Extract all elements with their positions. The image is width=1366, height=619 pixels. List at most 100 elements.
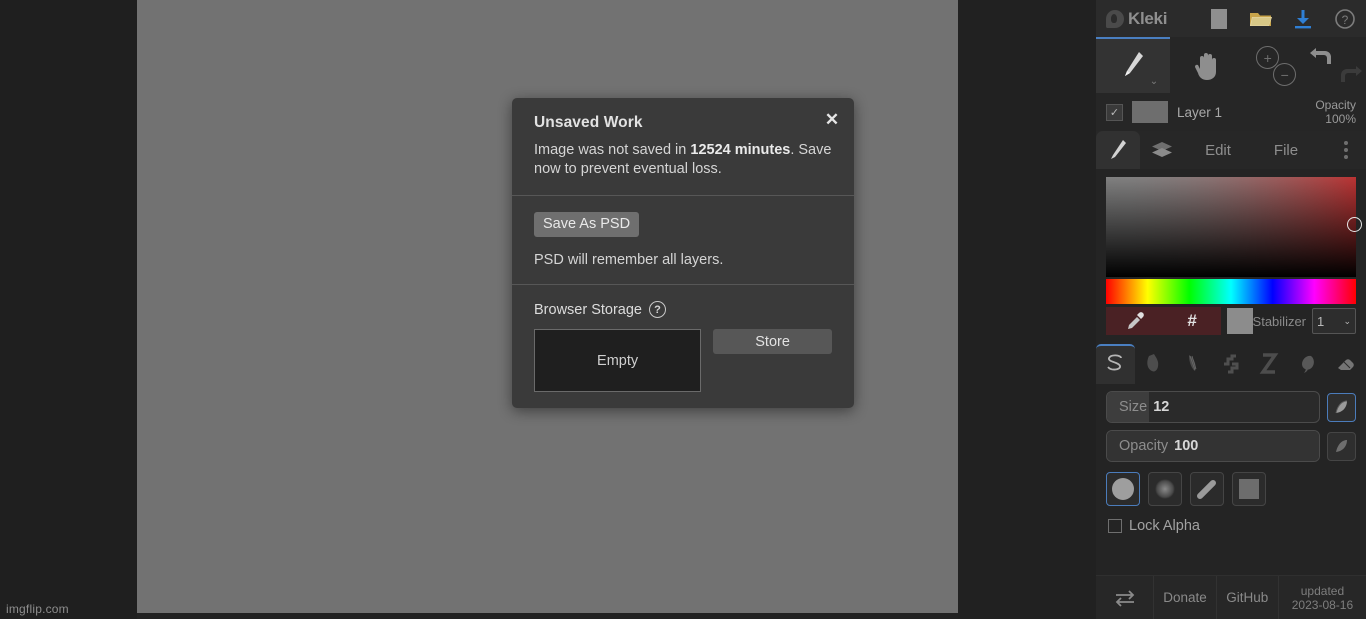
size-slider-text: Size 12 [1107, 399, 1169, 415]
stabilizer-select[interactable]: 1 ⌄ [1312, 308, 1357, 334]
close-icon[interactable]: ✕ [820, 107, 844, 131]
browser-storage-label: Browser Storage [534, 301, 642, 318]
hex-label: # [1187, 311, 1197, 330]
layer-name[interactable]: Layer 1 [1177, 105, 1306, 120]
layer-row: ✓ Layer 1 Opacity 100% [1096, 93, 1366, 131]
size-pressure-toggle[interactable] [1327, 392, 1356, 422]
help-question-icon[interactable]: ? [649, 301, 666, 318]
layer-opacity: Opacity 100% [1315, 98, 1356, 126]
size-label: Size [1119, 399, 1148, 415]
tab-more-menu[interactable] [1326, 131, 1366, 169]
dialog-storage-section: Browser Storage ? Empty Store [512, 284, 854, 408]
brush-pixel-button[interactable] [1212, 344, 1251, 384]
modal-overlay: ✕ Unsaved Work Image was not saved in 12… [0, 0, 1096, 619]
tool-row: ⌄ + − [1096, 37, 1366, 93]
dialog-message: Image was not saved in 12524 minutes. Sa… [534, 141, 832, 179]
browser-storage-label-row: Browser Storage ? [534, 301, 832, 318]
size-slider[interactable]: Size 12 [1106, 391, 1320, 423]
layer-opacity-label: Opacity [1315, 98, 1356, 112]
opacity-label: Opacity [1119, 438, 1169, 454]
updated-date: 2023-08-16 [1291, 597, 1354, 612]
kleki-logo-icon [1106, 9, 1124, 28]
brush-eraser-button[interactable] [1327, 344, 1366, 384]
color-picker: # Stabilizer 1 ⌄ [1096, 169, 1366, 335]
brush-tool-button[interactable]: ⌄ [1096, 37, 1171, 93]
updated-info: updated 2023-08-16 [1279, 576, 1366, 619]
shape-round-solid-button[interactable] [1106, 472, 1140, 506]
opacity-value: 100 [1174, 438, 1199, 454]
app-name: Kleki [1128, 8, 1168, 28]
shape-square-button[interactable] [1232, 472, 1266, 506]
dialog-psd-section: Save As PSD PSD will remember all layers… [512, 195, 854, 284]
current-color-swatch[interactable] [1226, 308, 1253, 334]
layer-thumbnail[interactable] [1132, 101, 1168, 123]
chevron-down-icon[interactable]: ⌄ [1150, 76, 1158, 87]
sv-value-layer [1106, 177, 1356, 277]
tab-layers[interactable] [1140, 131, 1184, 169]
size-value: 12 [1153, 399, 1170, 415]
svg-text:?: ? [1342, 13, 1349, 27]
shape-stroke-button[interactable] [1190, 472, 1224, 506]
app-logo: Kleki [1096, 9, 1198, 29]
eyedropper-icon[interactable] [1106, 307, 1164, 335]
app-root: imgflip.com ✕ Unsaved Work Image was not… [0, 0, 1366, 619]
tab-brush[interactable] [1096, 131, 1140, 169]
brush-sketchy-button[interactable] [1173, 344, 1212, 384]
zoom-out-button[interactable]: − [1273, 63, 1297, 86]
updated-label: updated [1300, 583, 1345, 598]
shape-round-noise-button[interactable] [1148, 472, 1182, 506]
dialog-message-prefix: Image was not saved in [534, 142, 691, 158]
lock-alpha-label: Lock Alpha [1129, 518, 1200, 534]
github-link[interactable]: GitHub [1217, 576, 1278, 619]
hand-tool-button[interactable] [1170, 37, 1244, 93]
dialog-message-duration: 12524 minutes [690, 142, 791, 158]
sidebar-footer: Donate GitHub updated 2023-08-16 [1096, 575, 1366, 619]
opacity-pressure-toggle[interactable] [1327, 431, 1356, 461]
opacity-slider-row: Opacity 100 [1096, 430, 1366, 462]
hex-button[interactable]: # [1163, 307, 1221, 335]
help-icon[interactable]: ? [1324, 0, 1366, 37]
new-image-icon[interactable] [1198, 0, 1240, 37]
brush-shape-row [1096, 462, 1366, 506]
opacity-slider-text: Opacity 100 [1107, 438, 1198, 454]
brush-blend-button[interactable] [1135, 344, 1174, 384]
saturation-value-field[interactable] [1106, 177, 1362, 277]
top-bar: Kleki ? [1096, 0, 1366, 37]
download-icon[interactable] [1282, 0, 1324, 37]
tab-edit[interactable]: Edit [1184, 131, 1252, 169]
dialog-title: Unsaved Work [534, 114, 643, 131]
layer-opacity-value: 100% [1325, 112, 1356, 126]
brush-smudge-button[interactable] [1289, 344, 1328, 384]
undo-arrow-icon [1310, 48, 1332, 64]
chevron-down-icon: ⌄ [1343, 315, 1352, 326]
history-controls [1294, 37, 1366, 93]
store-button[interactable]: Store [713, 329, 832, 354]
storage-row: Empty Store [534, 329, 832, 392]
stabilizer-control: Stabilizer 1 ⌄ [1252, 308, 1357, 334]
color-selector-knob[interactable] [1347, 217, 1362, 232]
zoom-controls: + − [1244, 37, 1297, 93]
stabilizer-label: Stabilizer [1252, 313, 1307, 329]
size-slider-row: Size 12 [1096, 391, 1366, 423]
psd-note: PSD will remember all layers. [534, 252, 724, 268]
dialog-header-section: Unsaved Work Image was not saved in 1252… [512, 98, 854, 195]
lock-alpha-checkbox[interactable] [1108, 519, 1122, 533]
stabilizer-value: 1 [1317, 313, 1325, 329]
hue-strip[interactable] [1106, 279, 1356, 304]
swap-arrows-icon[interactable] [1096, 576, 1153, 619]
brush-type-row [1096, 344, 1366, 384]
layer-visibility-checkbox[interactable]: ✓ [1106, 103, 1123, 121]
brush-chemy-button[interactable] [1250, 344, 1289, 384]
picker-controls: # Stabilizer 1 ⌄ [1106, 307, 1357, 335]
right-sidebar: Kleki ? ⌄ + − ✓ Layer 1 Opacity 100% Edi… [1096, 0, 1366, 619]
unsaved-work-dialog: ✕ Unsaved Work Image was not saved in 12… [512, 98, 854, 408]
brush-pen-button[interactable] [1096, 344, 1135, 384]
open-folder-icon[interactable] [1240, 0, 1282, 37]
tab-file[interactable]: File [1252, 131, 1320, 169]
save-as-psd-button[interactable]: Save As PSD [534, 212, 640, 237]
opacity-slider[interactable]: Opacity 100 [1106, 430, 1320, 462]
donate-link[interactable]: Donate [1154, 576, 1215, 619]
storage-slot[interactable]: Empty [534, 329, 702, 392]
lock-alpha-row[interactable]: Lock Alpha [1096, 506, 1366, 534]
panel-tabs: Edit File [1096, 131, 1366, 169]
